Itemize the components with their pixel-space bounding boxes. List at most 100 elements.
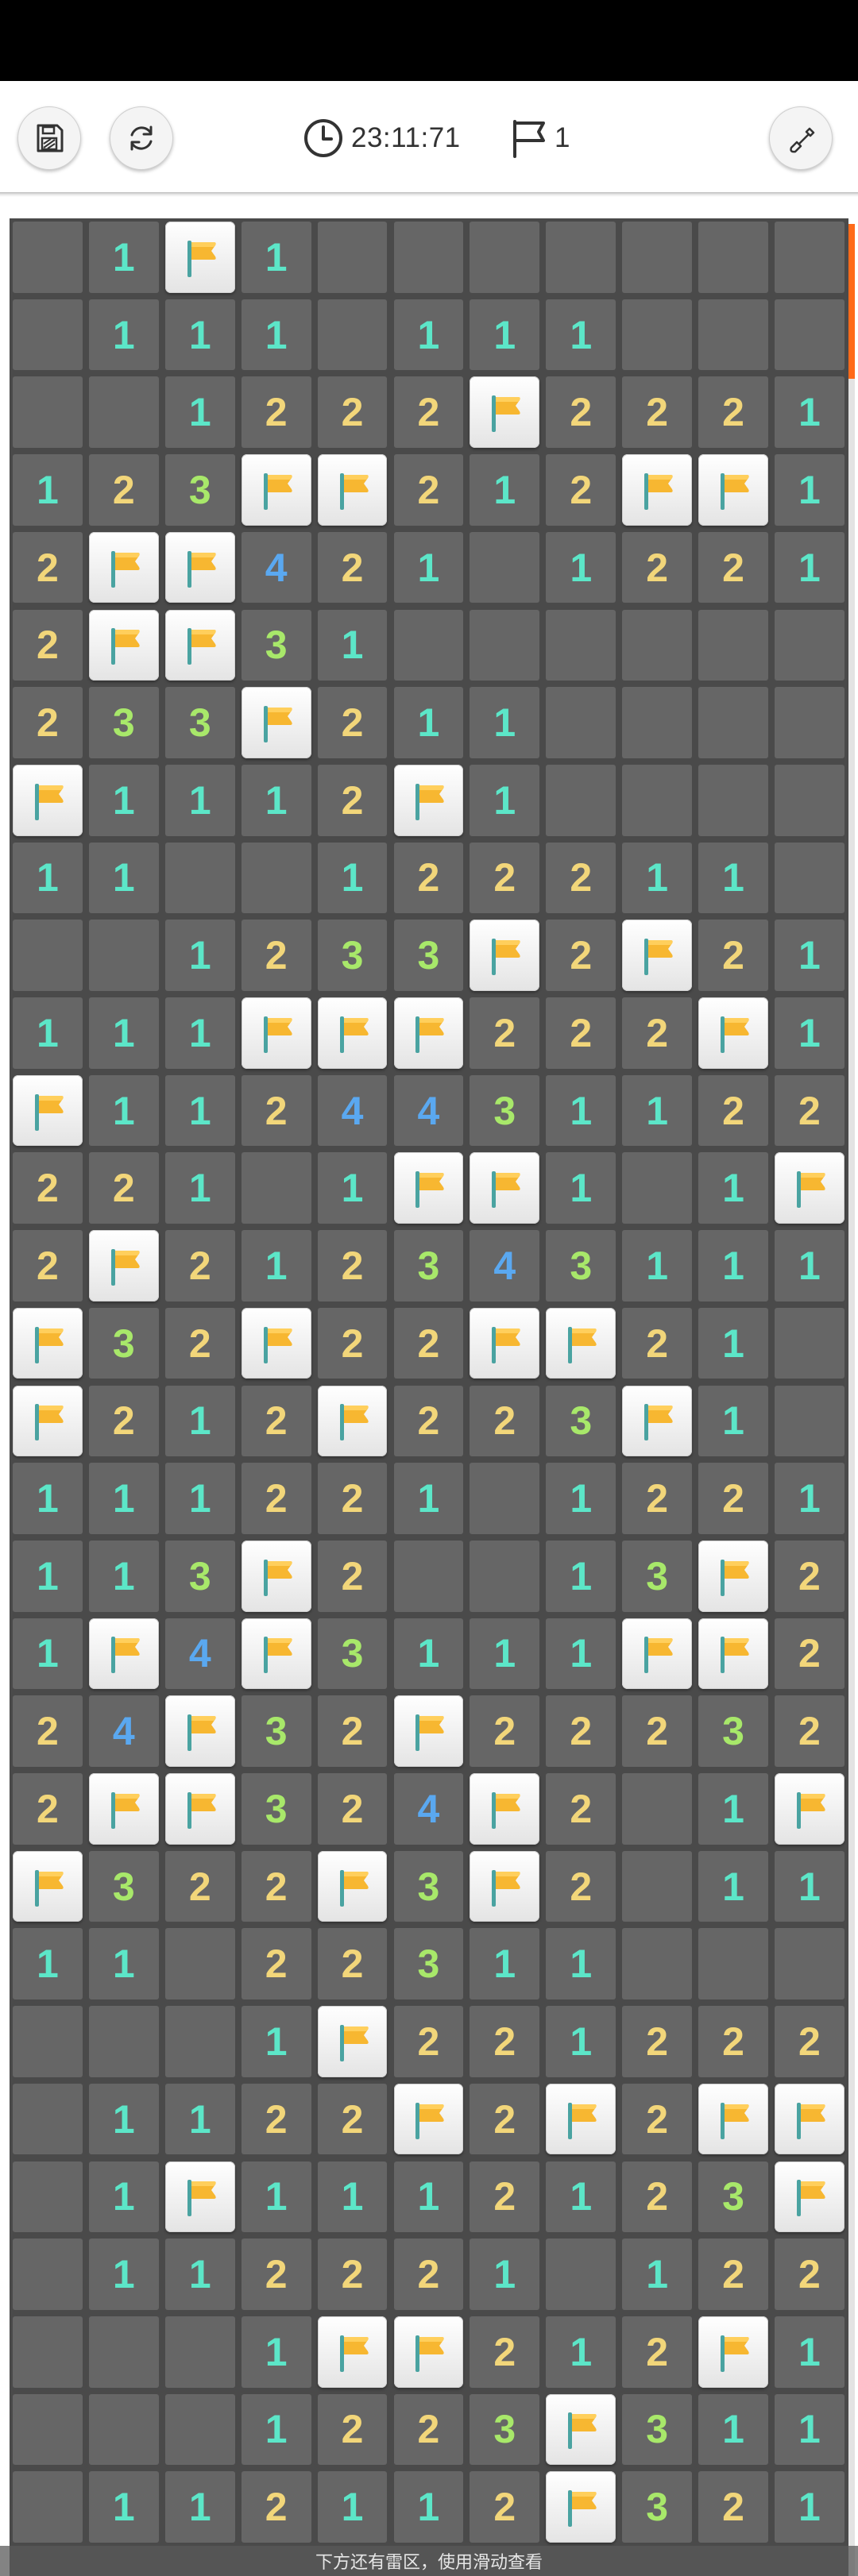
cell-number[interactable]: 4 (162, 1615, 238, 1693)
cell-number[interactable]: 4 (466, 1227, 543, 1305)
cell-flagged[interactable] (771, 1149, 848, 1227)
cell-number[interactable]: 3 (315, 916, 391, 994)
cell-number[interactable]: 2 (315, 1460, 391, 1537)
cell-unrevealed[interactable] (543, 2235, 619, 2313)
cell-number[interactable]: 2 (771, 1537, 848, 1615)
cell-flagged[interactable] (10, 762, 86, 839)
cell-flagged[interactable] (619, 451, 695, 529)
cell-flagged[interactable] (771, 2080, 848, 2158)
cell-flagged[interactable] (238, 994, 315, 1072)
cell-number[interactable]: 2 (771, 2003, 848, 2080)
cell-number[interactable]: 1 (10, 994, 86, 1072)
cell-flagged[interactable] (391, 762, 467, 839)
cell-number[interactable]: 2 (238, 1925, 315, 2003)
cell-number[interactable]: 1 (466, 1925, 543, 2003)
cell-number[interactable]: 2 (238, 373, 315, 451)
cell-number[interactable]: 1 (315, 2468, 391, 2546)
cell-number[interactable]: 2 (10, 1149, 86, 1227)
cell-number[interactable]: 2 (238, 2235, 315, 2313)
cell-number[interactable]: 1 (162, 296, 238, 374)
cell-flagged[interactable] (695, 2080, 771, 2158)
cell-flagged[interactable] (238, 1305, 315, 1382)
cell-number[interactable]: 1 (162, 1149, 238, 1227)
cell-flagged[interactable] (543, 2080, 619, 2158)
cell-number[interactable]: 3 (238, 1770, 315, 1848)
cell-unrevealed[interactable] (695, 684, 771, 762)
cell-number[interactable]: 1 (543, 2313, 619, 2391)
cell-number[interactable]: 2 (315, 684, 391, 762)
cell-number[interactable]: 1 (619, 1072, 695, 1150)
cell-number[interactable]: 1 (466, 451, 543, 529)
cell-unrevealed[interactable] (771, 218, 848, 296)
cell-number[interactable]: 2 (315, 762, 391, 839)
cell-number[interactable]: 1 (238, 1227, 315, 1305)
cell-number[interactable]: 2 (543, 1692, 619, 1770)
cell-flagged[interactable] (162, 2158, 238, 2236)
cell-flagged[interactable] (695, 1537, 771, 1615)
cell-number[interactable]: 1 (86, 994, 162, 1072)
cell-number[interactable]: 1 (86, 1925, 162, 2003)
cell-number[interactable]: 1 (543, 1925, 619, 2003)
cell-number[interactable]: 2 (466, 839, 543, 917)
cell-number[interactable]: 1 (771, 373, 848, 451)
cell-number[interactable]: 2 (619, 2003, 695, 2080)
cell-number[interactable]: 1 (10, 1537, 86, 1615)
cell-number[interactable]: 2 (695, 2235, 771, 2313)
cell-number[interactable]: 2 (10, 684, 86, 762)
cell-number[interactable]: 1 (162, 762, 238, 839)
cell-number[interactable]: 2 (315, 529, 391, 607)
cell-flagged[interactable] (466, 1305, 543, 1382)
cell-number[interactable]: 2 (391, 2391, 467, 2469)
cell-number[interactable]: 1 (162, 2080, 238, 2158)
cell-unrevealed[interactable] (771, 1382, 848, 1460)
cell-unrevealed[interactable] (771, 762, 848, 839)
cell-number[interactable]: 1 (86, 1072, 162, 1150)
cell-unrevealed[interactable] (771, 1925, 848, 2003)
cell-unrevealed[interactable] (466, 607, 543, 684)
cell-flagged[interactable] (391, 2313, 467, 2391)
cell-number[interactable]: 1 (10, 839, 86, 917)
cell-unrevealed[interactable] (10, 2158, 86, 2236)
cell-number[interactable]: 1 (771, 2313, 848, 2391)
cell-unrevealed[interactable] (619, 1770, 695, 1848)
cell-number[interactable]: 1 (315, 839, 391, 917)
cell-flagged[interactable] (391, 994, 467, 1072)
cell-number[interactable]: 1 (543, 1460, 619, 1537)
cell-unrevealed[interactable] (695, 607, 771, 684)
cell-number[interactable]: 4 (391, 1770, 467, 1848)
cell-number[interactable]: 1 (695, 839, 771, 917)
cell-number[interactable]: 2 (86, 1382, 162, 1460)
cell-unrevealed[interactable] (86, 373, 162, 451)
cell-unrevealed[interactable] (86, 916, 162, 994)
cell-number[interactable]: 1 (771, 1848, 848, 1926)
cell-unrevealed[interactable] (10, 2391, 86, 2469)
cell-number[interactable]: 1 (86, 296, 162, 374)
cell-unrevealed[interactable] (162, 2313, 238, 2391)
cell-number[interactable]: 3 (238, 1692, 315, 1770)
cell-number[interactable]: 4 (315, 1072, 391, 1150)
cell-unrevealed[interactable] (619, 1149, 695, 1227)
cell-number[interactable]: 3 (543, 1382, 619, 1460)
cell-number[interactable]: 2 (619, 2158, 695, 2236)
cell-number[interactable]: 1 (771, 1227, 848, 1305)
cell-number[interactable]: 2 (315, 2235, 391, 2313)
cell-unrevealed[interactable] (86, 2391, 162, 2469)
cell-number[interactable]: 2 (695, 529, 771, 607)
cell-number[interactable]: 2 (238, 916, 315, 994)
cell-flagged[interactable] (86, 1227, 162, 1305)
cell-number[interactable]: 1 (238, 2003, 315, 2080)
scrollbar-thumb[interactable] (848, 224, 855, 379)
cell-number[interactable]: 3 (466, 2391, 543, 2469)
cell-flagged[interactable] (10, 1305, 86, 1382)
cell-flagged[interactable] (10, 1382, 86, 1460)
cell-number[interactable]: 2 (466, 2080, 543, 2158)
cell-number[interactable]: 1 (543, 296, 619, 374)
cell-number[interactable]: 1 (86, 2158, 162, 2236)
cell-number[interactable]: 2 (543, 916, 619, 994)
cell-number[interactable]: 2 (771, 2235, 848, 2313)
cell-number[interactable]: 1 (391, 2158, 467, 2236)
cell-flagged[interactable] (466, 1848, 543, 1926)
cell-unrevealed[interactable] (315, 296, 391, 374)
cell-flagged[interactable] (315, 2003, 391, 2080)
cell-number[interactable]: 1 (86, 1460, 162, 1537)
